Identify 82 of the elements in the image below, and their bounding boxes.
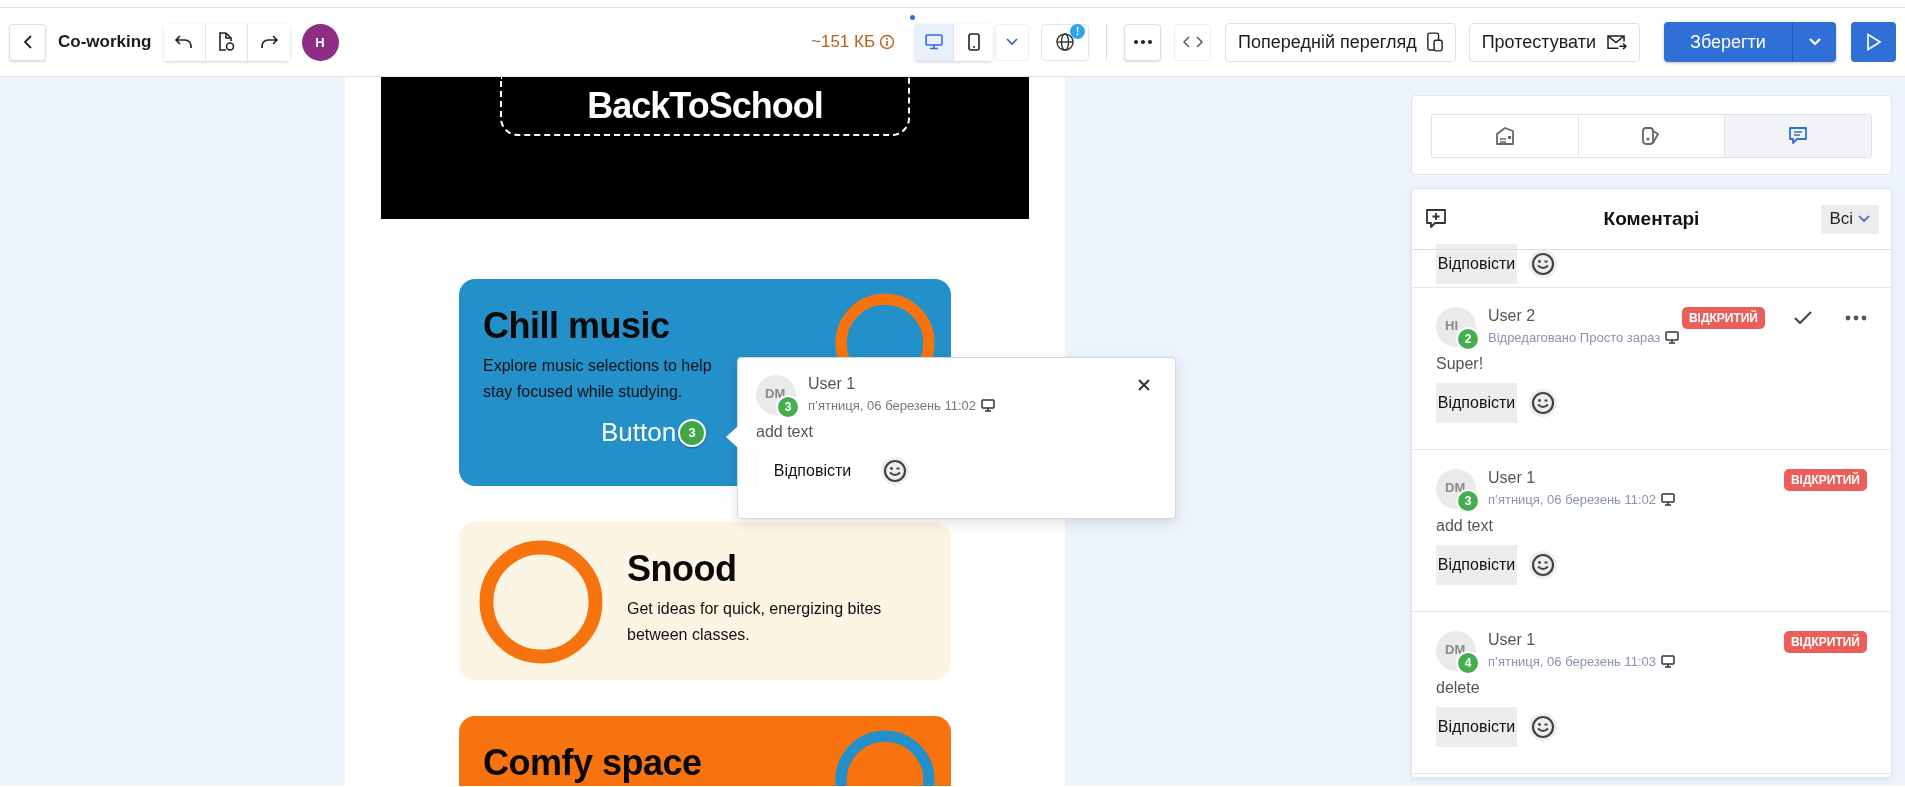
chevron-left-icon [21, 34, 34, 50]
user-avatar[interactable]: H [301, 23, 339, 61]
card-description: Get ideas for quick, energizing bites between classes. [627, 599, 882, 645]
comment-text: Super! [1436, 355, 1485, 373]
reply-button[interactable]: Відповісти [1436, 244, 1517, 284]
desktop-view-button[interactable] [915, 23, 955, 61]
smiley-icon[interactable] [1529, 250, 1557, 278]
info-icon[interactable] [879, 34, 896, 50]
layout-icon [1493, 125, 1516, 147]
undo-icon [174, 34, 194, 50]
smiley-icon[interactable] [881, 457, 909, 485]
status-badge: ВІДКРИТИЙ [1681, 307, 1765, 329]
status-badge: ВІДКРИТИЙ [1783, 469, 1867, 491]
redo-icon [258, 34, 279, 50]
alert-badge: ! [1070, 23, 1086, 39]
monitor-icon [981, 399, 996, 412]
comment-text: add text [1436, 517, 1494, 535]
status-badge: ВІДКРИТИЙ [1783, 631, 1867, 653]
preview-button[interactable]: Попередній перегляд [1225, 22, 1456, 62]
comment-number-badge: 2 [1456, 327, 1480, 351]
more-icon[interactable] [1845, 315, 1867, 321]
comment-date: п’ятниця, 06 березень 11:02 [1488, 492, 1657, 507]
card-title: Chill music [483, 305, 671, 347]
back-button[interactable] [9, 23, 46, 61]
redo-button[interactable] [247, 23, 290, 61]
close-icon[interactable] [1137, 378, 1151, 392]
chevron-down-icon [1807, 37, 1822, 47]
reply-button[interactable]: Відповісти [756, 451, 869, 491]
reply-button[interactable]: Відповісти [1436, 707, 1517, 747]
smiley-icon[interactable] [1529, 551, 1557, 579]
test-button[interactable]: Протестувати [1468, 22, 1640, 62]
comment-icon [1787, 125, 1810, 147]
card-title: Snood [627, 548, 738, 590]
comment-text: add text [756, 423, 814, 441]
mobile-view-button[interactable] [954, 23, 994, 61]
add-comment-icon[interactable] [1424, 207, 1448, 231]
code-icon [1182, 35, 1203, 49]
reply-button[interactable]: Відповісти [1436, 383, 1517, 423]
reply-button[interactable]: Відповісти [1436, 545, 1517, 585]
card-description: Explore music selections to help stay focused while studying. [483, 356, 712, 402]
history-button[interactable] [205, 23, 248, 61]
code-button[interactable] [1174, 23, 1212, 61]
banner-title: BackToSchool [587, 84, 823, 127]
chevron-down-icon [1005, 37, 1020, 47]
monitor-icon [925, 34, 944, 50]
card-button-label: Button [601, 417, 677, 448]
comment-date: Відредаговано Просто зараз [1488, 330, 1661, 345]
monitor-icon [1661, 655, 1676, 668]
user-avatar: HI 2 [1436, 307, 1476, 347]
author-name: User 1 [1488, 631, 1537, 649]
save-button[interactable]: Зберегти [1664, 22, 1792, 62]
comment-date: п’ятниця, 06 березень 11:02 [808, 398, 977, 413]
file-history-icon [217, 32, 235, 52]
card-title: Comfy space [483, 742, 702, 784]
panel-tab[interactable] [1725, 115, 1871, 157]
devices-icon [1426, 32, 1443, 52]
author-name: User 2 [1488, 307, 1537, 325]
more-icon [1133, 40, 1152, 44]
monitor-icon [1661, 493, 1676, 506]
filter-dropdown[interactable]: Всі [1821, 204, 1879, 234]
comment-date: п’ятниця, 06 березень 11:03 [1488, 654, 1657, 669]
mail-send-icon [1606, 33, 1627, 51]
resolve-check-icon[interactable] [1793, 310, 1813, 326]
panel-title: Коментарі [1603, 208, 1700, 230]
author-name: User 1 [808, 375, 857, 393]
play-button[interactable] [1851, 22, 1896, 62]
comment-text: delete [1436, 679, 1481, 697]
smiley-icon[interactable] [1529, 389, 1557, 417]
more-button[interactable] [1124, 23, 1162, 61]
phone-icon [967, 33, 980, 51]
document-title: Co-working [58, 32, 152, 52]
undo-button[interactable] [163, 23, 206, 61]
panel-tab[interactable] [1432, 115, 1579, 157]
status-dot [910, 14, 916, 20]
smiley-icon[interactable] [1529, 713, 1557, 741]
globe-icon [1055, 32, 1076, 52]
play-icon [1865, 33, 1882, 51]
author-name: User 1 [1488, 469, 1537, 487]
chevron-down-icon [1857, 214, 1871, 224]
monitor-icon [1665, 331, 1680, 344]
save-options-button[interactable] [1792, 22, 1836, 62]
file-size-text: ~151 КБ [811, 32, 876, 52]
